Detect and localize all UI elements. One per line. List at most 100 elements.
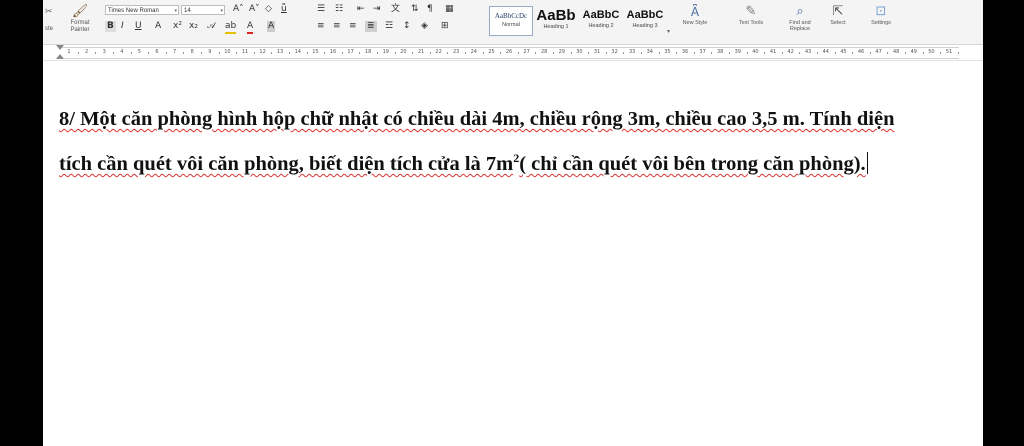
ruler-tick — [218, 52, 220, 54]
clear-format-icon[interactable]: ◇ — [265, 4, 272, 15]
ruler-number: 50 — [928, 49, 935, 55]
pinyin-icon[interactable]: ǖ — [281, 4, 287, 15]
ribbon: ste ✂ 🖌 Format Painter Times New Roman ▾… — [43, 0, 983, 45]
select-button[interactable]: ⇱ Select — [821, 4, 855, 26]
ruler-tick — [957, 52, 959, 54]
ruler-number: 21 — [417, 49, 425, 55]
sort-icon[interactable]: ⇅ — [411, 4, 419, 15]
highlight-color-button[interactable]: ab — [225, 21, 237, 34]
subscript-button[interactable]: x₂ — [189, 21, 198, 32]
font-size-value: 14 — [184, 8, 191, 14]
ruler-number: 13 — [277, 49, 284, 55]
style-heading-3[interactable]: AaBbC Heading 3 — [623, 6, 667, 36]
ruler-tick — [500, 52, 502, 54]
select-label: Select — [830, 20, 846, 26]
ruler-number: 33 — [629, 49, 636, 55]
find-replace-button[interactable]: ⌕ Find and Replace — [781, 4, 819, 32]
bold-button[interactable]: B — [105, 21, 116, 32]
document-line-2: tích cần quét vôi căn phòng, biết diện t… — [59, 139, 979, 184]
ruler-number: 24 — [470, 49, 477, 55]
justify-icon[interactable]: ≣ — [365, 21, 377, 32]
decrease-indent-icon[interactable]: ⇤ — [357, 4, 365, 15]
ruler-number: 15 — [312, 49, 319, 55]
underline-button[interactable]: U — [135, 21, 142, 32]
ruler-tick — [746, 52, 748, 54]
text-tools-button[interactable]: ✎ Text Tools — [729, 4, 773, 26]
ruler-tick — [799, 52, 801, 54]
align-center-icon[interactable]: ≡ — [333, 21, 341, 32]
paste-label[interactable]: ste — [45, 26, 53, 33]
ruler-number: 4 — [120, 49, 124, 55]
text-effects-button[interactable]: A — [155, 21, 161, 32]
search-icon: ⌕ — [796, 4, 804, 19]
ruler-tick — [817, 52, 818, 54]
align-left-icon[interactable]: ≡ — [317, 21, 325, 32]
styles-more-icon[interactable]: ▾ — [667, 28, 670, 35]
ruler-tick — [271, 52, 273, 54]
ruler-number: 11 — [241, 49, 249, 55]
distribute-icon[interactable]: ☲ — [385, 21, 393, 32]
style-name: Normal — [502, 22, 520, 28]
ruler-tick — [377, 52, 378, 54]
ruler-number: 26 — [505, 49, 513, 55]
format-painter-label: Format Painter — [70, 20, 90, 33]
font-name-select[interactable]: Times New Roman ▾ — [105, 5, 179, 15]
table-borders-icon[interactable]: ▦ — [445, 4, 454, 15]
format-painter-button[interactable]: 🖌 Format Painter — [65, 4, 95, 34]
char-shading-button[interactable]: A — [267, 21, 276, 32]
document-body[interactable]: 8/ Một căn phòng hình hộp chữ nhật có ch… — [59, 100, 979, 184]
first-line-indent-handle[interactable] — [56, 45, 64, 50]
ruler-number: 49 — [910, 49, 917, 55]
font-name-value: Times New Roman — [108, 8, 159, 14]
ruler-tick — [922, 52, 924, 54]
style-heading-1[interactable]: AaBb Heading 1 — [533, 6, 579, 36]
ruler-tick — [887, 52, 889, 54]
font-size-select[interactable]: 14 ▾ — [181, 5, 225, 15]
new-style-button[interactable]: A͆ New Style — [675, 4, 715, 26]
style-normal[interactable]: AaBbCcDc Normal — [489, 6, 533, 36]
ruler-tick — [852, 52, 854, 54]
chevron-down-icon: ▾ — [220, 8, 223, 14]
ruler-tick — [588, 52, 590, 54]
settings-button[interactable]: ⊡ Settings — [861, 4, 901, 26]
align-right-icon[interactable]: ≡ — [349, 21, 357, 32]
font-color-button[interactable]: A — [247, 21, 254, 34]
style-heading-2[interactable]: AaBbC Heading 2 — [579, 6, 623, 36]
show-marks-icon[interactable]: ¶ — [427, 4, 433, 15]
ruler-tick — [729, 52, 730, 54]
horizontal-ruler[interactable]: 1 2 3 4 5 6 7 8 9 10 11 12 13 14 15 16 17 18 19 20 21 22 23 24 2… — [43, 45, 983, 61]
ruler-number: 10 — [224, 49, 231, 55]
bullet-list-icon[interactable]: ☰ — [317, 4, 325, 15]
shading-icon[interactable]: ◈ — [421, 21, 428, 32]
ruler-number: 9 — [208, 49, 212, 55]
borders-icon[interactable]: ⊞ — [441, 21, 449, 32]
document-line-1: 8/ Một căn phòng hình hộp chữ nhật có ch… — [59, 100, 979, 139]
ruler-tick — [77, 52, 79, 54]
ruler-number: 23 — [453, 49, 460, 55]
shrink-font-button[interactable]: A˅ — [249, 4, 260, 15]
superscript-button[interactable]: x² — [173, 21, 182, 32]
ruler-tick — [781, 52, 783, 54]
cut-icon[interactable]: ✂ — [45, 6, 53, 17]
ruler-number: 20 — [400, 49, 407, 55]
ruler-number: 46 — [857, 49, 865, 55]
ruler-number: 30 — [576, 49, 583, 55]
ruler-number: 43 — [805, 49, 812, 55]
style-preview: AaBb — [536, 7, 576, 24]
numbered-list-icon[interactable]: ☷ — [335, 4, 343, 15]
ruler-tick — [693, 52, 695, 54]
grow-font-button[interactable]: A˄ — [233, 4, 244, 15]
ruler-number: 45 — [840, 49, 847, 55]
ruler-tick — [465, 52, 466, 54]
chinese-layout-icon[interactable]: 文 — [391, 4, 400, 15]
line-2-text-end: ( chỉ cần quét vôi bên trong căn phòng). — [519, 152, 866, 175]
ruler-tick — [289, 52, 290, 54]
ruler-tick — [113, 52, 114, 54]
italic-button[interactable]: I — [121, 21, 124, 32]
line-spacing-icon[interactable]: ↕ — [403, 21, 411, 32]
ruler-number: 35 — [664, 49, 671, 55]
text-highlight-button[interactable]: 𝒜 — [207, 21, 216, 32]
increase-indent-icon[interactable]: ⇥ — [373, 4, 381, 15]
left-indent-handle[interactable] — [56, 54, 64, 59]
ruler-number: 3 — [102, 49, 106, 55]
